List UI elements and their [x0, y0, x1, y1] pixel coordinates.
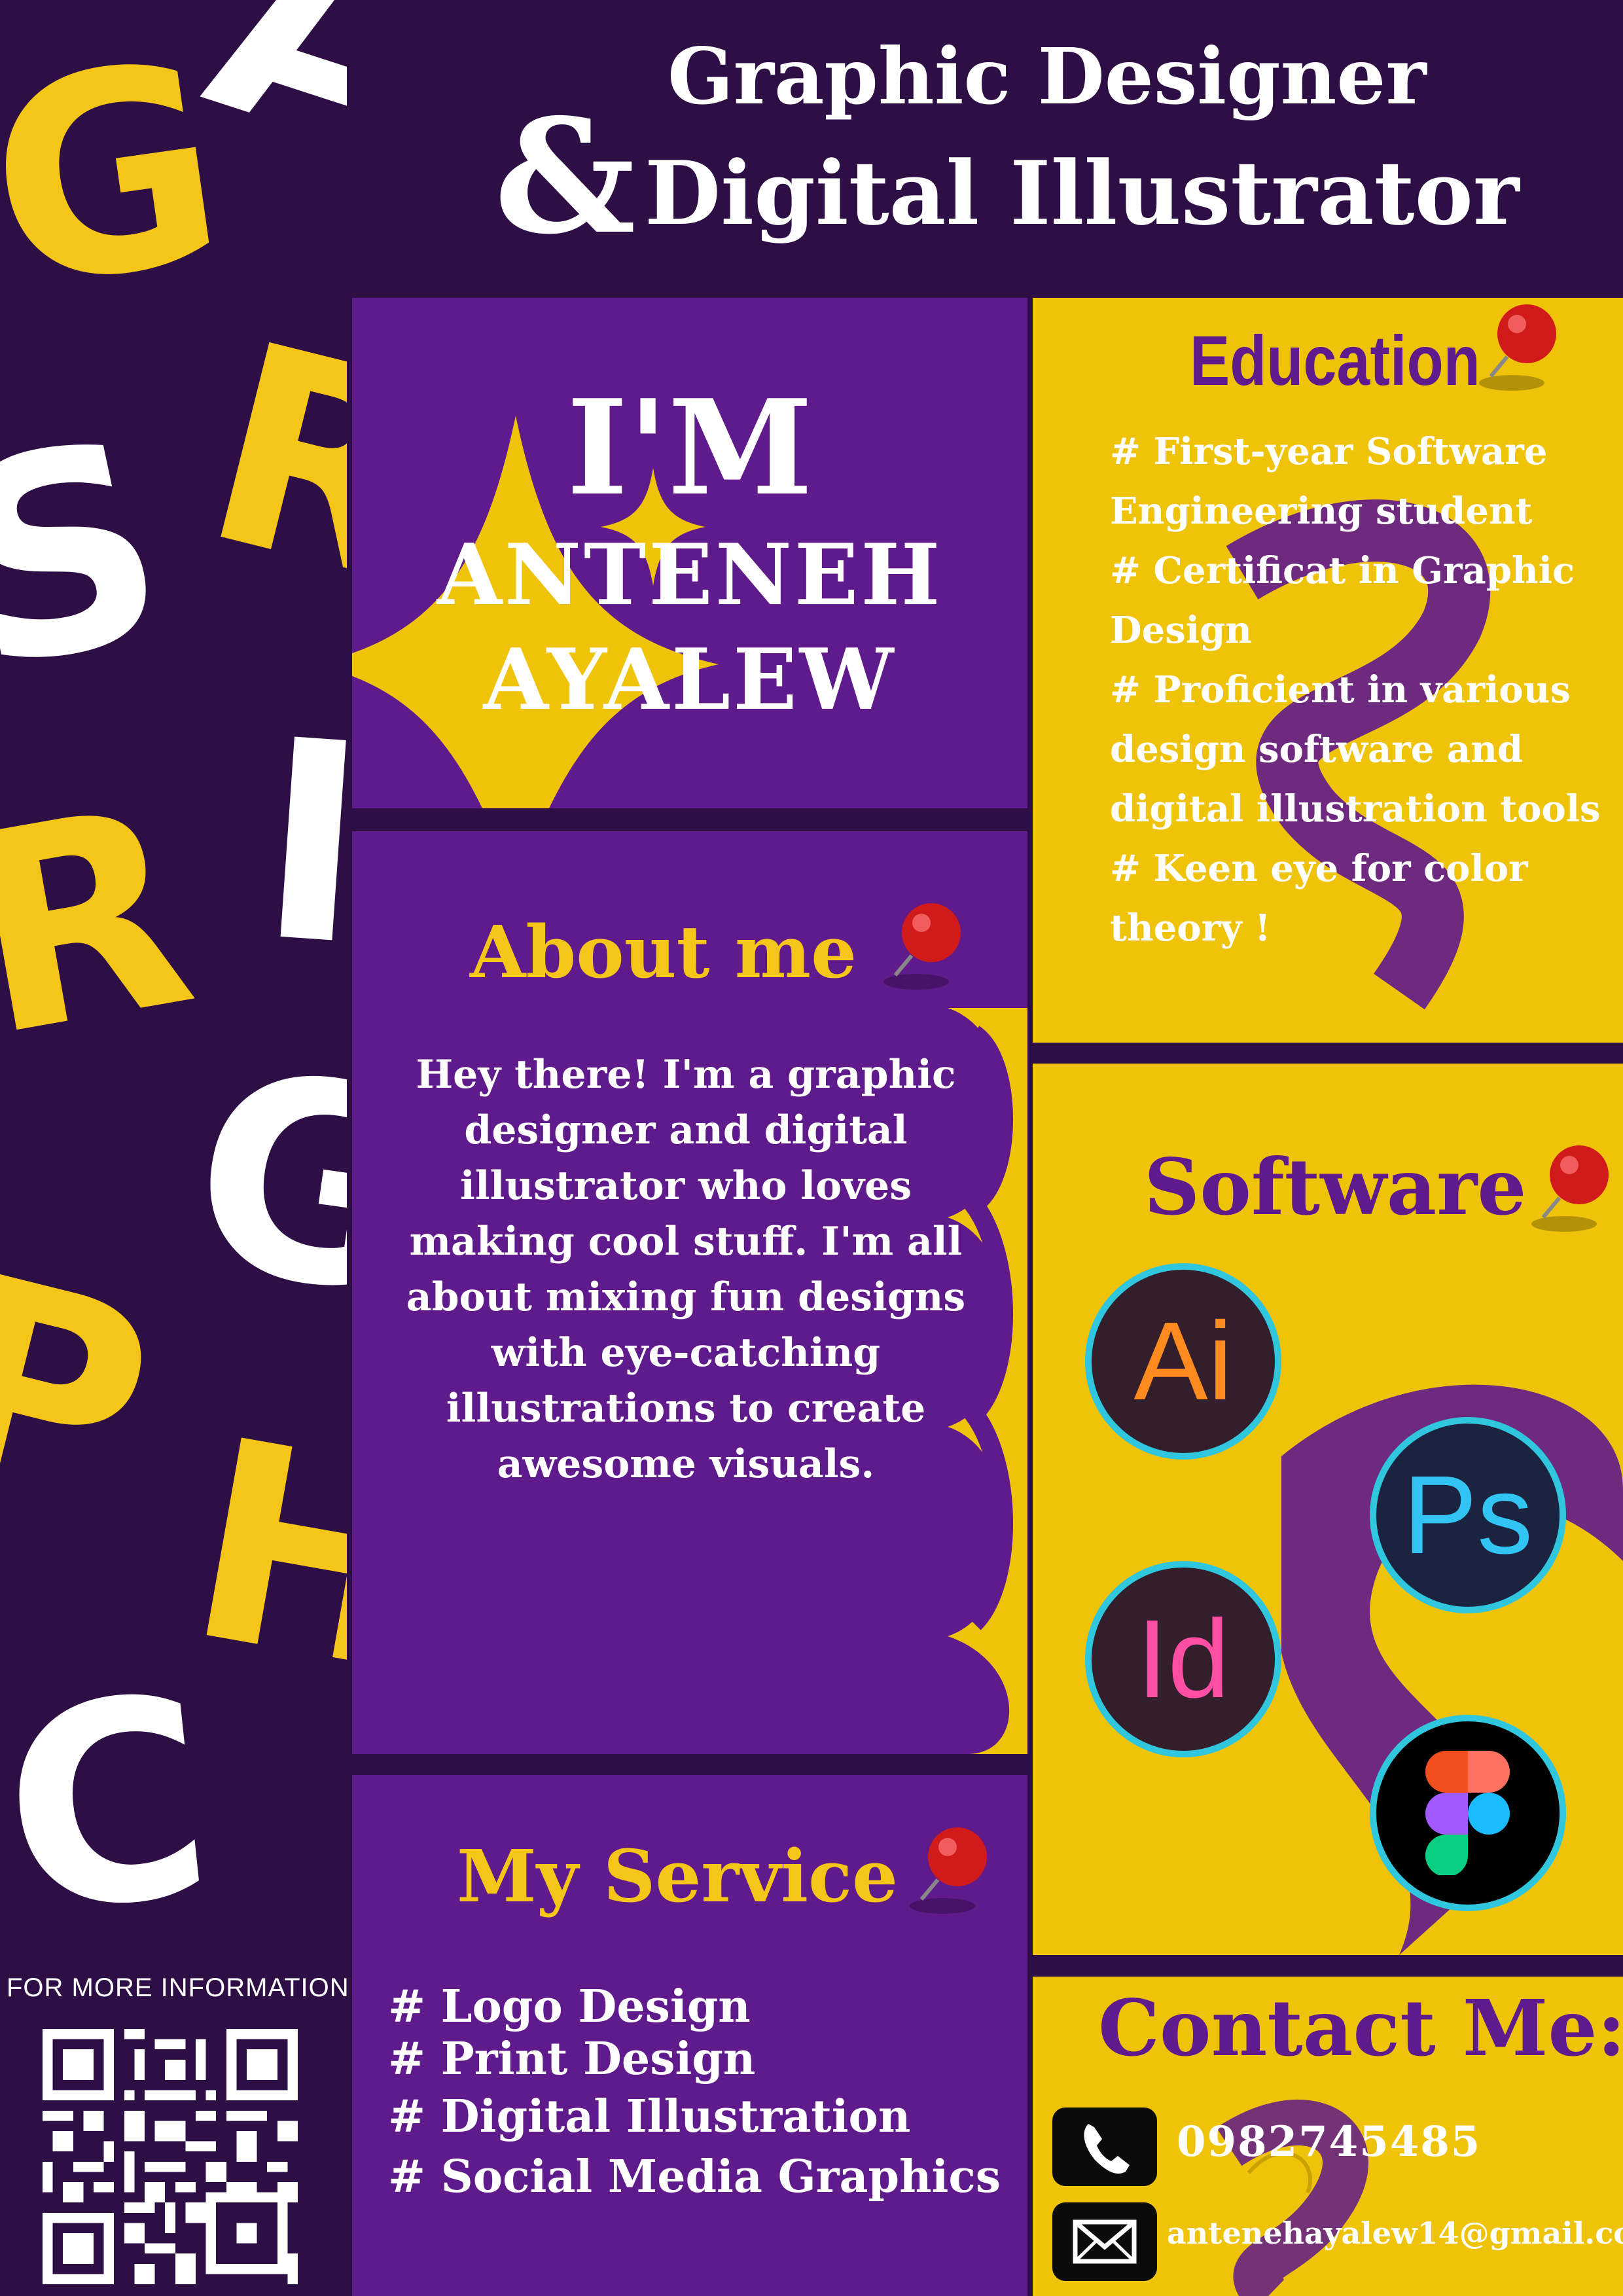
- ampersand-glyph: &: [494, 84, 636, 269]
- side-letter: H: [170, 1380, 347, 1735]
- contact-panel: Contact Me: 0982745485 antenehayalew14@g…: [1033, 1977, 1623, 2296]
- side-letter: S: [0, 378, 190, 734]
- pushpin-icon: [1531, 1145, 1609, 1232]
- side-letter: P: [0, 1214, 179, 1573]
- phone-icon: [1052, 2108, 1157, 2186]
- education-list: # First-year Software Engineering studen…: [1110, 422, 1614, 958]
- decorative-letter-strip: G A R S I R G P H C: [0, 0, 347, 2296]
- pushpin-icon: [1479, 304, 1556, 391]
- education-heading: Education: [1190, 321, 1480, 400]
- side-letter: I: [251, 681, 347, 1007]
- education-panel: Education # First-year Software Engineer…: [1033, 298, 1623, 1043]
- side-letter: R: [0, 746, 212, 1099]
- service-item: # Digital Illustration: [388, 2090, 911, 2143]
- education-item: # Proficient in various design software …: [1110, 668, 1601, 831]
- intro-panel: I'M ANTENEH AYALEW: [352, 298, 1027, 808]
- illustrator-label: Ai: [1133, 1299, 1233, 1424]
- service-item: # Logo Design: [388, 1981, 751, 2033]
- about-heading: About me: [470, 910, 857, 994]
- photoshop-icon: Ps: [1370, 1417, 1566, 1613]
- figma-logo: [1425, 1751, 1510, 1875]
- title-line-1: Graphic Designer: [668, 31, 1427, 122]
- about-panel: About me Hey there! I'm a graphic design…: [352, 831, 1027, 1754]
- side-letter: C: [0, 1636, 224, 1976]
- service-item: # Print Design: [388, 2033, 756, 2085]
- last-name: AYALEW: [483, 631, 897, 729]
- first-name: ANTENEH: [437, 526, 943, 624]
- indesign-icon: Id: [1085, 1561, 1281, 1757]
- mail-icon: [1052, 2202, 1157, 2281]
- side-letter: R: [180, 283, 347, 645]
- indesign-label: Id: [1137, 1597, 1230, 1721]
- software-heading: Software: [1144, 1141, 1527, 1232]
- pushpin-icon: [883, 903, 961, 990]
- software-panel: Software Ai Ps Id: [1033, 1064, 1623, 1955]
- figma-icon: [1370, 1715, 1566, 1911]
- pushpin-icon: [910, 1827, 987, 1914]
- about-body: Hey there! I'm a graphic designer and di…: [406, 1052, 966, 1487]
- education-item: # Keen eye for color theory !: [1110, 847, 1528, 950]
- email-address[interactable]: antenehayalew14@gmail.com: [1167, 2215, 1623, 2251]
- contact-heading: Contact Me:: [1098, 1982, 1623, 2073]
- phone-number[interactable]: 0982745485: [1177, 2117, 1481, 2166]
- service-item: # Social Media Graphics: [388, 2151, 1001, 2203]
- service-heading: My Service: [457, 1834, 899, 1918]
- illustrator-icon: Ai: [1085, 1263, 1281, 1460]
- service-panel: My Service # Logo Design # Print Design …: [352, 1775, 1027, 2296]
- photoshop-label: Ps: [1402, 1453, 1533, 1577]
- side-letter: G: [175, 1010, 347, 1359]
- title-line-2: Digital Illustrator: [645, 141, 1520, 245]
- more-info-label: FOR MORE INFORMATION: [7, 1973, 349, 2002]
- side-letter: G: [0, 2, 241, 351]
- education-item: # Certificat in Graphic Design: [1110, 549, 1575, 652]
- qr-code[interactable]: [43, 2029, 298, 2284]
- intro-greeting: I'M: [566, 371, 813, 525]
- education-item: # First-year Software Engineering studen…: [1110, 430, 1548, 533]
